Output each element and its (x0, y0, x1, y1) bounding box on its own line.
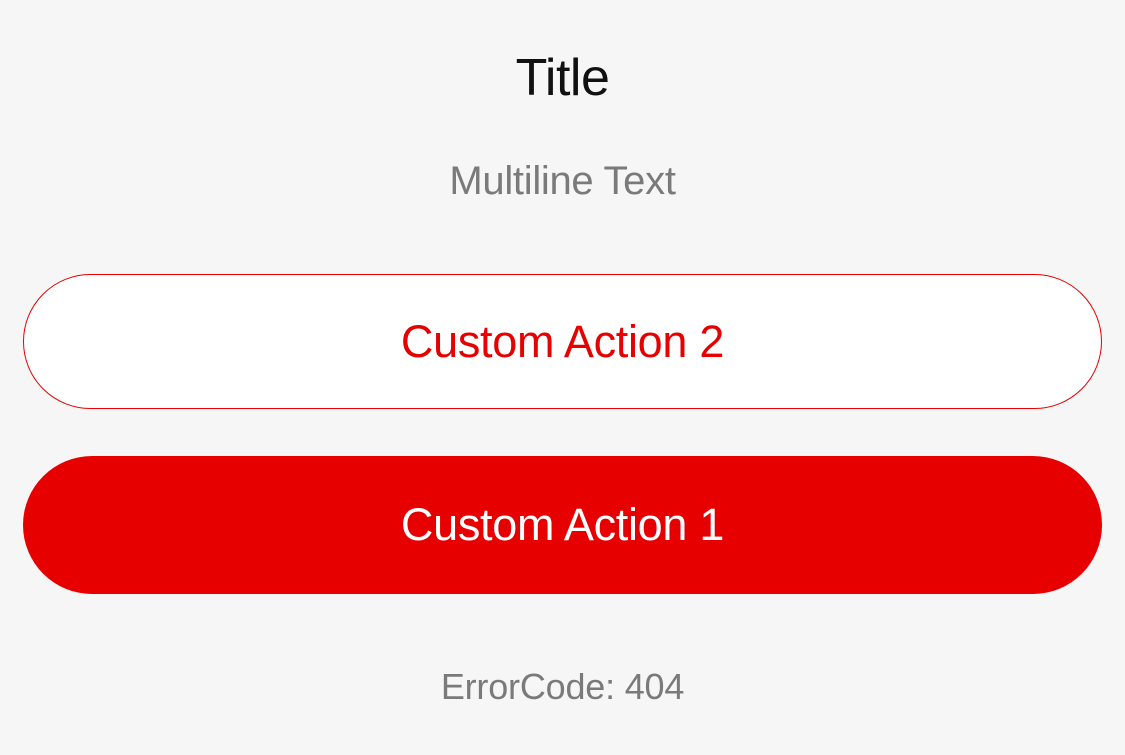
error-code-text: ErrorCode: 404 (440, 666, 685, 707)
dialog-title: Title (515, 49, 610, 107)
dialog-message: Multiline Text (449, 159, 676, 203)
custom-action-2-label: Custom Action 2 (400, 315, 725, 367)
error-dialog-screen: Title Multiline Text Custom Action 2 Cus… (0, 0, 1125, 755)
custom-action-2-button[interactable]: Custom Action 2 (23, 274, 1102, 409)
custom-action-1-button[interactable]: Custom Action 1 (23, 456, 1102, 594)
custom-action-1-label: Custom Action 1 (400, 499, 725, 550)
